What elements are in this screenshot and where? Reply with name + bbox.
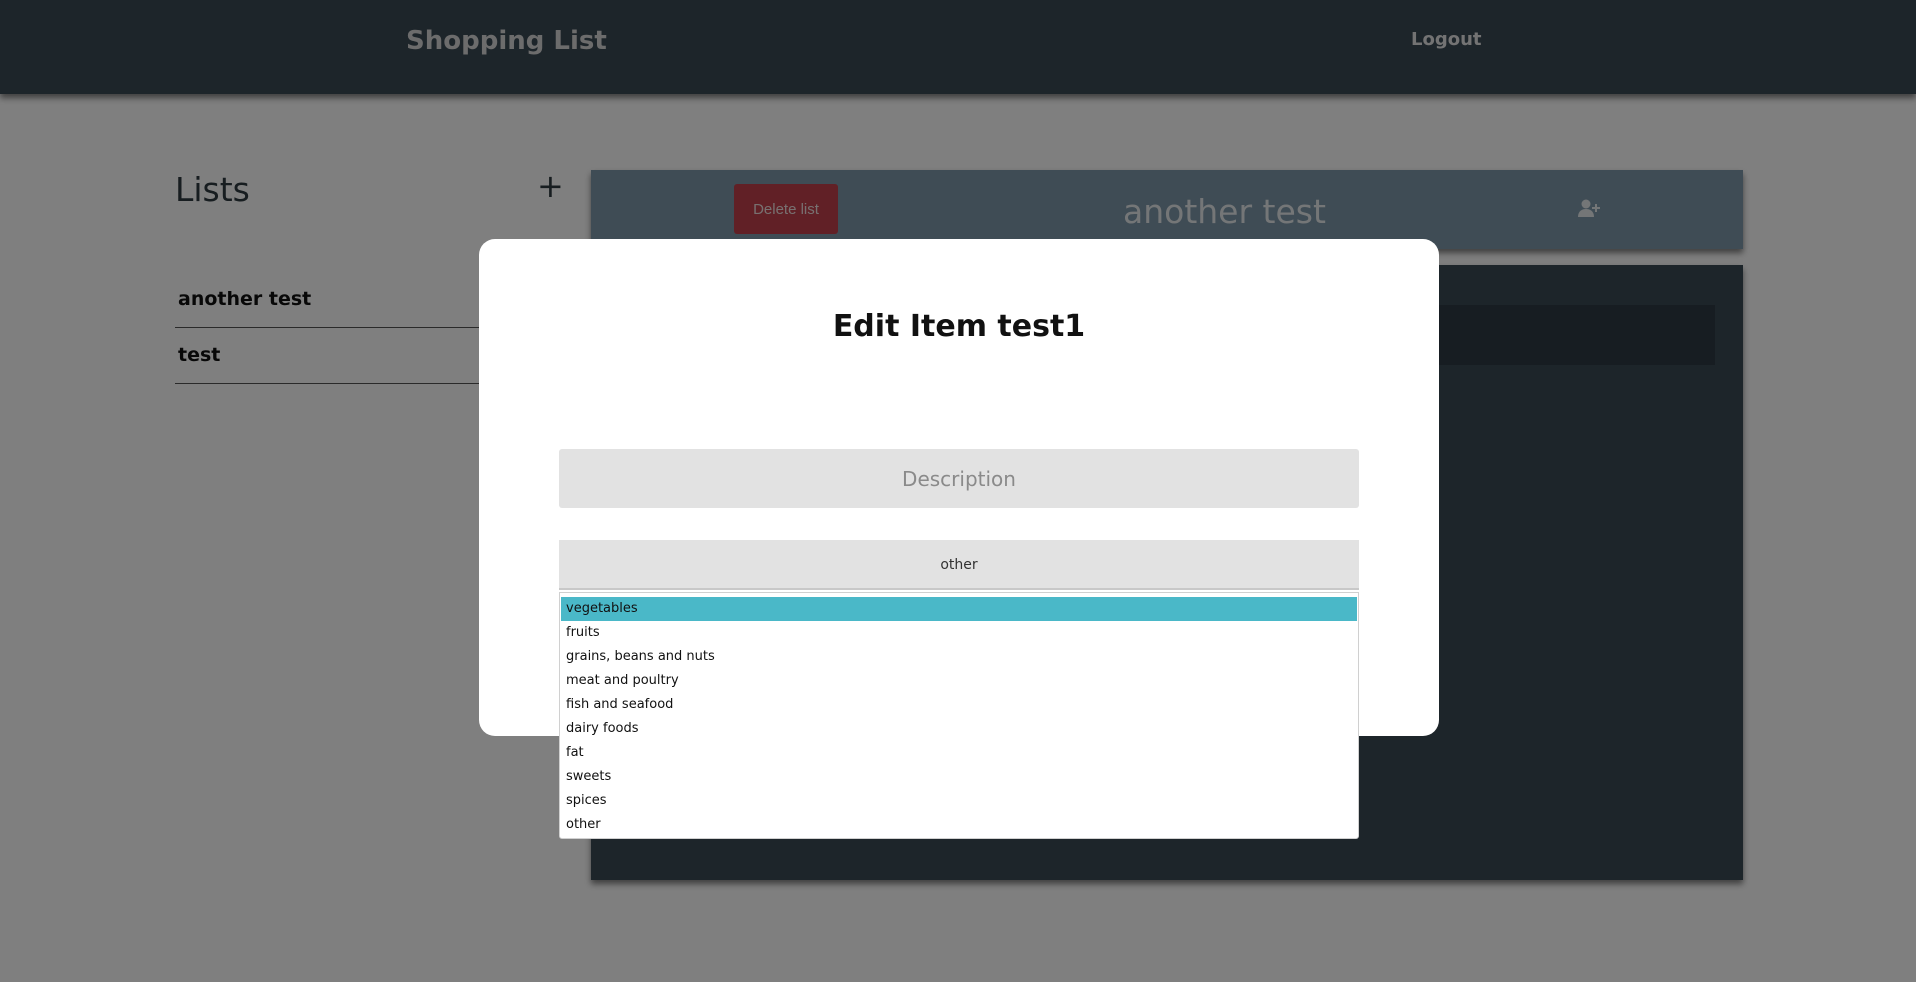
category-option[interactable]: sweets xyxy=(560,765,1358,789)
category-option[interactable]: other xyxy=(560,813,1358,837)
category-option[interactable]: fat xyxy=(560,741,1358,765)
modal-title: Edit Item test1 xyxy=(832,309,1086,344)
category-option[interactable]: meat and poultry xyxy=(560,669,1358,693)
category-select[interactable]: other xyxy=(559,540,1359,590)
category-option[interactable]: grains, beans and nuts xyxy=(560,645,1358,669)
category-option[interactable]: fruits xyxy=(560,621,1358,645)
description-input[interactable] xyxy=(559,449,1359,508)
category-option[interactable]: fish and seafood xyxy=(560,693,1358,717)
category-option[interactable]: spices xyxy=(560,789,1358,813)
category-option[interactable]: dairy foods xyxy=(560,717,1358,741)
category-dropdown: vegetables fruits grains, beans and nuts… xyxy=(559,592,1359,839)
category-option[interactable]: vegetables xyxy=(561,597,1357,621)
